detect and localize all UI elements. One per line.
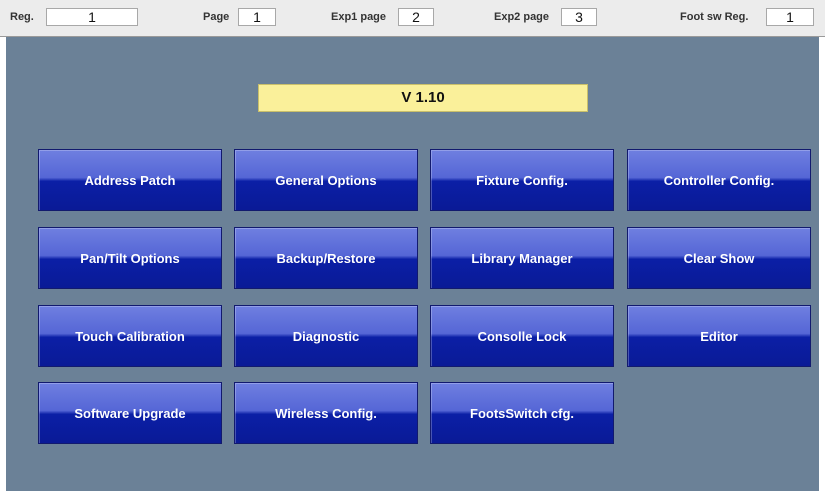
exp1-page-label: Exp1 page	[331, 11, 387, 23]
touch-calibration-button[interactable]: Touch Calibration	[38, 305, 222, 367]
diagnostic-button[interactable]: Diagnostic	[234, 305, 418, 367]
exp2-page-field[interactable]: 3	[561, 8, 597, 26]
general-options-button[interactable]: General Options	[234, 149, 418, 211]
reg-label: Reg.	[10, 11, 34, 23]
page-label: Page	[203, 11, 230, 23]
wireless-config-button[interactable]: Wireless Config.	[234, 382, 418, 444]
consolle-lock-button[interactable]: Consolle Lock	[430, 305, 614, 367]
status-bar: Reg. 1 Page 1 Exp1 page 2 Exp2 page 3 Fo…	[0, 0, 825, 37]
address-patch-button[interactable]: Address Patch	[38, 149, 222, 211]
backup-restore-button[interactable]: Backup/Restore	[234, 227, 418, 289]
version-label: V 1.10	[258, 84, 588, 112]
fixture-config-button[interactable]: Fixture Config.	[430, 149, 614, 211]
exp1-page-field[interactable]: 2	[398, 8, 434, 26]
clear-show-button[interactable]: Clear Show	[627, 227, 811, 289]
page-field[interactable]: 1	[238, 8, 276, 26]
foot-sw-reg-field[interactable]: 1	[766, 8, 814, 26]
editor-button[interactable]: Editor	[627, 305, 811, 367]
pan-tilt-options-button[interactable]: Pan/Tilt Options	[38, 227, 222, 289]
controller-config-button[interactable]: Controller Config.	[627, 149, 811, 211]
software-upgrade-button[interactable]: Software Upgrade	[38, 382, 222, 444]
reg-field[interactable]: 1	[46, 8, 138, 26]
screen: Reg. 1 Page 1 Exp1 page 2 Exp2 page 3 Fo…	[0, 0, 825, 499]
footswitch-cfg-button[interactable]: FootsSwitch cfg.	[430, 382, 614, 444]
exp2-page-label: Exp2 page	[494, 11, 550, 23]
foot-sw-reg-label: Foot sw Reg.	[680, 11, 749, 23]
library-manager-button[interactable]: Library Manager	[430, 227, 614, 289]
